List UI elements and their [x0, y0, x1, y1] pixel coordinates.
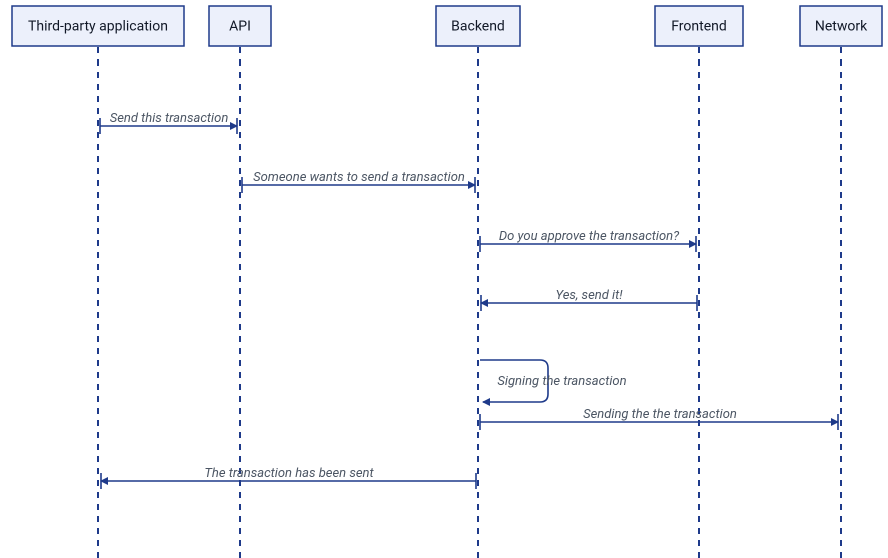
actor-label: Network: [815, 19, 868, 35]
message-label: The transaction has been sent: [204, 466, 374, 481]
actor-network: Network: [800, 6, 882, 46]
message-label: Yes, send it!: [556, 288, 624, 303]
actor-label: Third-party application: [28, 19, 168, 35]
actor-third-party: Third-party application: [12, 6, 184, 46]
sequence-diagram: Third-party application API Backend Fron…: [0, 0, 888, 558]
message-label: Send this transaction: [110, 111, 229, 126]
actor-label: API: [229, 19, 251, 35]
message-label: Sending the the transaction: [583, 407, 737, 422]
actor-frontend: Frontend: [655, 6, 743, 46]
actor-api: API: [209, 6, 271, 46]
actor-backend: Backend: [436, 6, 520, 46]
message-label: Signing the transaction: [497, 374, 626, 389]
actor-label: Frontend: [671, 19, 727, 35]
message-label: Someone wants to send a transaction: [253, 170, 465, 185]
actor-label: Backend: [451, 19, 505, 35]
message-label: Do you approve the transaction?: [499, 229, 680, 244]
